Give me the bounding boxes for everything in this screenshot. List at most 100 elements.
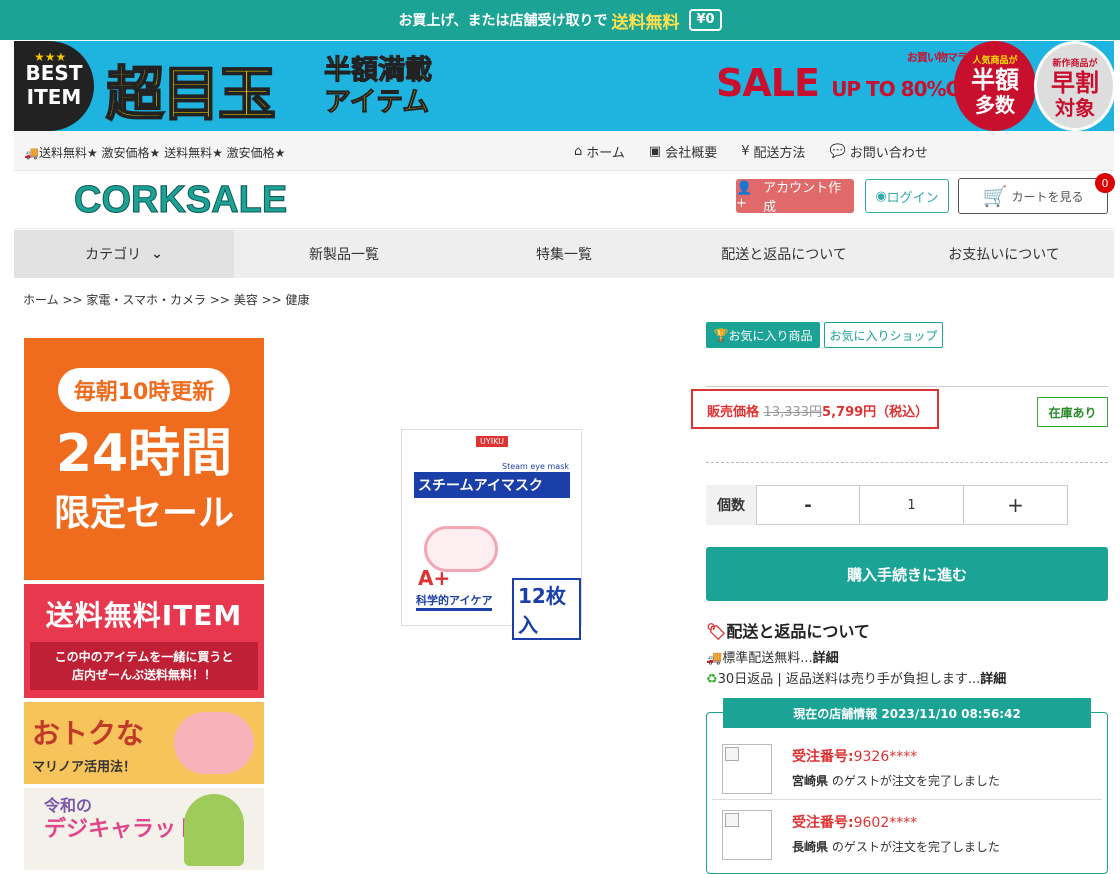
cart-label: カートを見る [1011, 189, 1084, 204]
product-a-plus: A+ [418, 566, 451, 590]
character-image [184, 794, 244, 866]
circle1-big: 半額 [971, 66, 1019, 94]
utility-links: ⌂ ホーム ▣ 会社概要 ¥ 配送方法 💬 お問い合わせ [574, 142, 928, 161]
sidebar-banner-digi-charat[interactable]: 令和の デジキャラット [24, 788, 264, 870]
sidebar-banner-24h-sale[interactable]: 毎朝10時更新 24時間 限定セール [24, 338, 264, 580]
top-promo-bar: お買上げ、または店舗受け取りで 送料無料 ¥0 [0, 0, 1120, 40]
favorite-item-button[interactable]: 🏆 お気に入り商品 [706, 322, 820, 348]
utility-link-label: 会社概要 [665, 146, 718, 161]
order-message: 長崎県 のゲストが注文を完了しました [792, 838, 1000, 855]
s1-limited: 限定セール [53, 493, 234, 534]
price-label: 販売価格 [707, 405, 760, 420]
banner-subline1: 半額満載 [324, 55, 433, 87]
half-price-circle: 人気商品が 半額 多数 [954, 41, 1036, 131]
shipping-line-text: 標準配送無料... [722, 651, 813, 666]
s2-desc2: 店内ぜーんぶ送料無料！！ [71, 668, 216, 682]
returns-line-text: 30日返品 | 返品送料は売り手が負担します... [717, 672, 981, 687]
user-plus-icon: 👤+ [736, 181, 753, 211]
login-label: ログイン [886, 190, 939, 206]
circle1-small: 人気商品が [972, 56, 1018, 66]
marquee-text: 🚚送料無料★ 激安価格★ 送料無料★ 激安価格★ [24, 146, 286, 160]
shipping-heading-text: 配送と返品について [726, 622, 870, 641]
returns-line: ♻30日返品 | 返品送料は売り手が負担します...詳細 [706, 668, 1006, 687]
truck-icon: ¥0 [689, 9, 722, 31]
nav-shipping-returns[interactable]: 配送と返品について [674, 230, 894, 278]
s3-desc: マリノア活用法！ [32, 760, 137, 775]
product-count: 12枚入 [512, 578, 581, 640]
promo-highlight: 送料無料 [611, 12, 680, 33]
sidebar-banner-otoku[interactable]: おトクな マリノア活用法！ [24, 702, 264, 784]
s2-desc1: この中のアイテムを一緒に買うと [54, 650, 234, 664]
utility-link-label: お問い合わせ [849, 146, 928, 161]
order-row: 受注番号:9602**** 長崎県 のゲストが注文を完了しました [712, 804, 1102, 866]
banner-subline2: アイテム [324, 87, 430, 119]
home-icon: ⌂ [574, 144, 583, 159]
login-button[interactable]: ◉ ログイン [865, 179, 949, 213]
cart-icon: 🛒 [982, 184, 1008, 208]
brand-row: CORKSALE 👤+ アカウント作成 ◉ ログイン 🛒 カートを見る 0 [14, 171, 1115, 229]
create-account-label: アカウント作成 [763, 181, 842, 215]
returns-detail-link[interactable]: 詳細 [980, 672, 1006, 687]
sale-price: 5,799円（税込） [822, 405, 929, 420]
product-image-top: UYIKU Steam eye mask スチームアイマスク [402, 430, 581, 498]
utility-bar: 🚚送料無料★ 激安価格★ 送料無料★ 激安価格★ ⌂ ホーム ▣ 会社概要 ¥ 配送方… [14, 131, 1114, 171]
nav-new-products[interactable]: 新製品一覧 [234, 230, 454, 278]
favorite-item-label: お気に入り商品 [728, 328, 813, 343]
user-circle-icon: ◉ [875, 188, 887, 204]
circle2-big: 早割 [1051, 69, 1099, 97]
product-brand: UYIKU [476, 436, 508, 447]
tag-icon: 🏷 [706, 622, 727, 641]
hero-banner[interactable]: ★★★ BEST ITEM 超目玉 半額満載 アイテム SALE UP TO 8… [14, 41, 1114, 131]
create-account-button[interactable]: 👤+ アカウント作成 [736, 179, 854, 215]
nav-category-dropdown[interactable]: カテゴリ ⌄ [14, 230, 234, 278]
circle2-mid: 対象 [1055, 96, 1095, 120]
order-label: 受注番号: [792, 749, 854, 765]
circle1-mid: 多数 [975, 93, 1015, 117]
product-title-band: スチームアイマスク [414, 472, 570, 498]
chat-icon: 💬 [829, 144, 846, 159]
site-logo[interactable]: CORKSALE [73, 179, 287, 222]
quantity-label: 個数 [706, 485, 756, 525]
utility-link-label: 配送方法 [753, 146, 806, 161]
view-cart-button[interactable]: 🛒 カートを見る 0 [958, 173, 1115, 214]
original-price: 13,333円 [763, 405, 823, 420]
best-item-badge: ★★★ BEST ITEM [14, 41, 94, 131]
stock-badge: 在庫あり [1037, 397, 1108, 427]
s3-title: おトクな [32, 717, 145, 750]
utility-link-home[interactable]: ⌂ ホーム [574, 142, 625, 161]
nav-payment[interactable]: お支払いについて [894, 230, 1114, 278]
s2-title: 送料無料ITEM [45, 599, 243, 632]
utility-link-company[interactable]: ▣ 会社概要 [649, 142, 717, 161]
chevron-down-icon: ⌄ [151, 246, 163, 262]
breadcrumb[interactable]: ホーム >> 家電・スマホ・カメラ >> 美容 >> 健康 [23, 291, 310, 308]
shipping-detail-link[interactable]: 詳細 [813, 651, 839, 666]
utility-link-label: ホーム [586, 146, 625, 161]
utility-link-contact[interactable]: 💬 お問い合わせ [830, 142, 928, 161]
order-label: 受注番号: [792, 815, 854, 831]
order-number: 受注番号:9602**** [792, 812, 917, 832]
early-discount-circle: 新作商品が 早割 対象 [1034, 41, 1114, 131]
s1-big: 24時間 [55, 424, 233, 484]
order-suffix: のゲストが注文を完了しました [828, 840, 1000, 854]
quantity-input[interactable]: 1 [860, 485, 964, 525]
favorite-shop-button[interactable]: お気に入りショップ [824, 322, 943, 348]
order-number: 受注番号:9326**** [792, 746, 917, 766]
quantity-minus-button[interactable]: - [756, 485, 860, 525]
product-image[interactable]: UYIKU Steam eye mask スチームアイマスク A+ 科学的アイケ… [401, 429, 582, 640]
trophy-icon: 🏆 [713, 328, 729, 342]
nav-features[interactable]: 特集一覧 [454, 230, 674, 278]
order-number-value: 9326**** [853, 749, 918, 765]
sidebar-banner-free-shipping[interactable]: 送料無料ITEM この中のアイテムを一緒に買うと 店内ぜーんぶ送料無料！！ [24, 584, 264, 698]
quantity-plus-button[interactable]: + [964, 485, 1068, 525]
order-suffix: のゲストが注文を完了しました [828, 774, 1000, 788]
main-nav: カテゴリ ⌄ 新製品一覧 特集一覧 配送と返品について お支払いについて [14, 230, 1114, 278]
live-orders-header: 現在の店舗情報 2023/11/10 08:56:42 [723, 698, 1091, 728]
checkout-button[interactable]: 購入手続きに進む [706, 547, 1108, 601]
order-number-value: 9602**** [853, 815, 918, 831]
order-prefecture: 宮崎県 [792, 774, 829, 788]
sale-text: SALE UP TO 80%OFF お買い物マラソン [716, 51, 988, 105]
banner-subline: 半額満載 アイテム [324, 55, 433, 119]
stars-icon: ★★★ [34, 50, 67, 64]
yen-icon: ¥ [741, 144, 750, 159]
utility-link-shipping[interactable]: ¥ 配送方法 [741, 142, 805, 161]
